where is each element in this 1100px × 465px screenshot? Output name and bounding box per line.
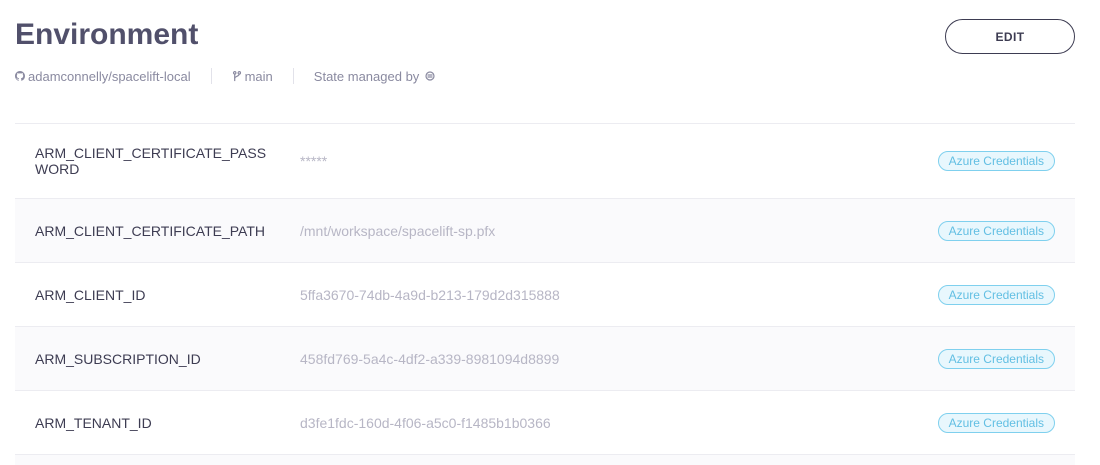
- environment-page: Environment EDIT adamconnelly/spacelift-…: [0, 0, 1100, 465]
- page-title: Environment: [15, 18, 199, 51]
- table-row[interactable]: ARM_TENANT_ID d3fe1fdc-160d-4f06-a5c0-f1…: [15, 391, 1075, 455]
- variable-value: 458fd769-5a4c-4df2-a339-8981094d8899: [300, 350, 560, 367]
- variable-name: ARM_CLIENT_CERTIFICATE_PASSWORD: [35, 145, 267, 177]
- context-badge[interactable]: Azure Credentials: [937, 348, 1055, 369]
- repository-name: adamconnelly/spacelift-local: [28, 68, 191, 84]
- variable-name: ARM_TENANT_ID: [35, 414, 152, 431]
- branch-name: main: [244, 68, 273, 84]
- github-icon: [15, 71, 25, 81]
- meta-divider: [210, 68, 212, 84]
- state-managed-by: State managed by: [314, 69, 436, 84]
- context-badge[interactable]: Azure Credentials: [937, 151, 1055, 171]
- meta-divider: [292, 68, 294, 84]
- repository-link[interactable]: adamconnelly/spacelift-local: [15, 69, 191, 84]
- variable-name: ARM_CLIENT_ID: [35, 286, 146, 303]
- edit-button[interactable]: EDIT: [945, 19, 1075, 54]
- context-badge[interactable]: Azure Credentials: [937, 220, 1055, 241]
- spacelift-logo-icon: [425, 71, 435, 81]
- variable-value: d3fe1fdc-160d-4f06-a5c0-f1485b1b0366: [300, 414, 551, 431]
- branch-link[interactable]: main: [232, 69, 273, 84]
- variable-name: ARM_SUBSCRIPTION_ID: [35, 350, 201, 367]
- git-branch-icon: [232, 70, 242, 82]
- table-row: [15, 455, 1075, 465]
- environment-variables-table: ARM_CLIENT_CERTIFICATE_PASSWORD ***** Az…: [15, 123, 1075, 465]
- variable-value: /mnt/workspace/spacelift-sp.pfx: [300, 222, 496, 239]
- stack-meta-row: adamconnelly/spacelift-local main State …: [15, 66, 435, 86]
- state-managed-label: State managed by: [313, 68, 420, 84]
- table-row[interactable]: ARM_SUBSCRIPTION_ID 458fd769-5a4c-4df2-a…: [15, 327, 1075, 391]
- context-badge[interactable]: Azure Credentials: [937, 412, 1055, 433]
- context-badge[interactable]: Azure Credentials: [937, 284, 1055, 305]
- variable-name: ARM_CLIENT_CERTIFICATE_PATH: [35, 222, 266, 239]
- table-row[interactable]: ARM_CLIENT_CERTIFICATE_PATH /mnt/workspa…: [15, 199, 1075, 263]
- table-row[interactable]: ARM_CLIENT_ID 5ffa3670-74db-4a9d-b213-17…: [15, 263, 1075, 327]
- variable-value: *****: [300, 153, 328, 169]
- table-row[interactable]: ARM_CLIENT_CERTIFICATE_PASSWORD ***** Az…: [15, 124, 1075, 199]
- variable-value: 5ffa3670-74db-4a9d-b213-179d2d315888: [300, 286, 560, 303]
